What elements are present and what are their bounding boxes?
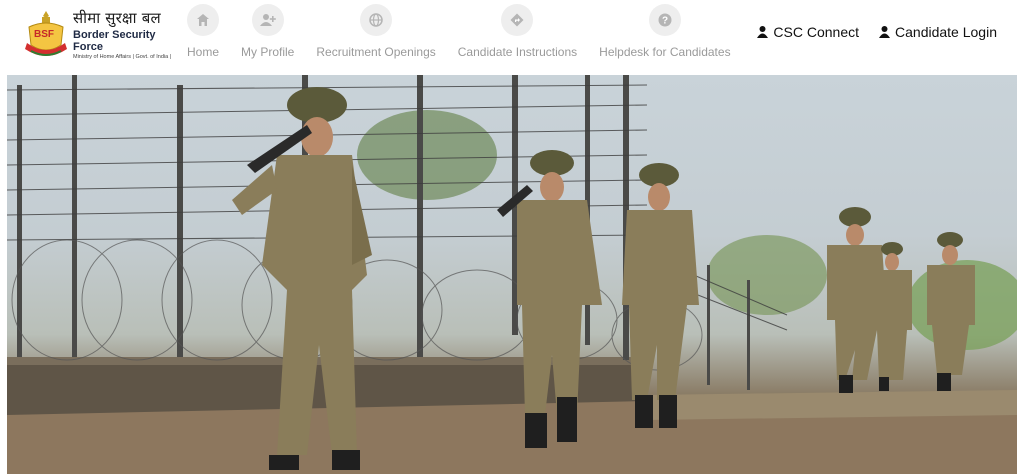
nav-home[interactable]: Home <box>187 4 219 66</box>
header-links: CSC Connect Candidate Login <box>737 24 997 40</box>
page-frame: BSF सीमा सुरक्षा बल Border Security Forc… <box>7 0 1017 474</box>
logo-text: सीमा सुरक्षा बल Border Security Force Mi… <box>73 8 173 60</box>
user-icon <box>757 26 769 38</box>
hero-banner-image <box>7 75 1017 474</box>
directions-icon <box>501 4 534 36</box>
nav-helpdesk[interactable]: ? Helpdesk for Candidates <box>599 4 731 66</box>
candidate-login-link[interactable]: Candidate Login <box>879 24 997 40</box>
csc-connect-link[interactable]: CSC Connect <box>757 24 859 40</box>
nav-helpdesk-label: Helpdesk for Candidates <box>599 45 731 59</box>
brand-hindi-name: सीमा सुरक्षा बल <box>73 9 161 27</box>
globe-icon <box>360 4 393 36</box>
brand-english-name: Border Security Force <box>73 29 156 53</box>
main-nav: Home My Profile Recruitment Openings Can… <box>187 4 753 66</box>
bsf-logo[interactable]: BSF सीमा सुरक्षा बल Border Security Forc… <box>23 8 173 60</box>
bsf-emblem-icon: BSF <box>23 9 69 59</box>
svg-text:?: ? <box>662 16 668 27</box>
nav-my-profile[interactable]: My Profile <box>241 4 294 66</box>
nav-recruitment-openings[interactable]: Recruitment Openings <box>316 4 436 66</box>
nav-recruitment-openings-label: Recruitment Openings <box>316 45 436 59</box>
emblem-badge-text: BSF <box>34 29 54 40</box>
site-header: BSF सीमा सुरक्षा बल Border Security Forc… <box>7 0 1017 75</box>
question-icon: ? <box>648 4 681 36</box>
home-icon <box>187 4 219 36</box>
csc-connect-label: CSC Connect <box>773 24 860 40</box>
hero-photo <box>7 75 1017 474</box>
nav-candidate-instructions-label: Candidate Instructions <box>457 45 578 59</box>
nav-home-label: Home <box>187 45 220 59</box>
brand-ministry: Ministry of Home Affairs | Govt. of Indi… <box>73 54 172 60</box>
nav-candidate-instructions[interactable]: Candidate Instructions <box>458 4 577 66</box>
user-icon <box>879 26 891 38</box>
nav-my-profile-label: My Profile <box>241 45 295 59</box>
user-plus-icon <box>251 4 284 36</box>
candidate-login-label: Candidate Login <box>895 24 997 40</box>
